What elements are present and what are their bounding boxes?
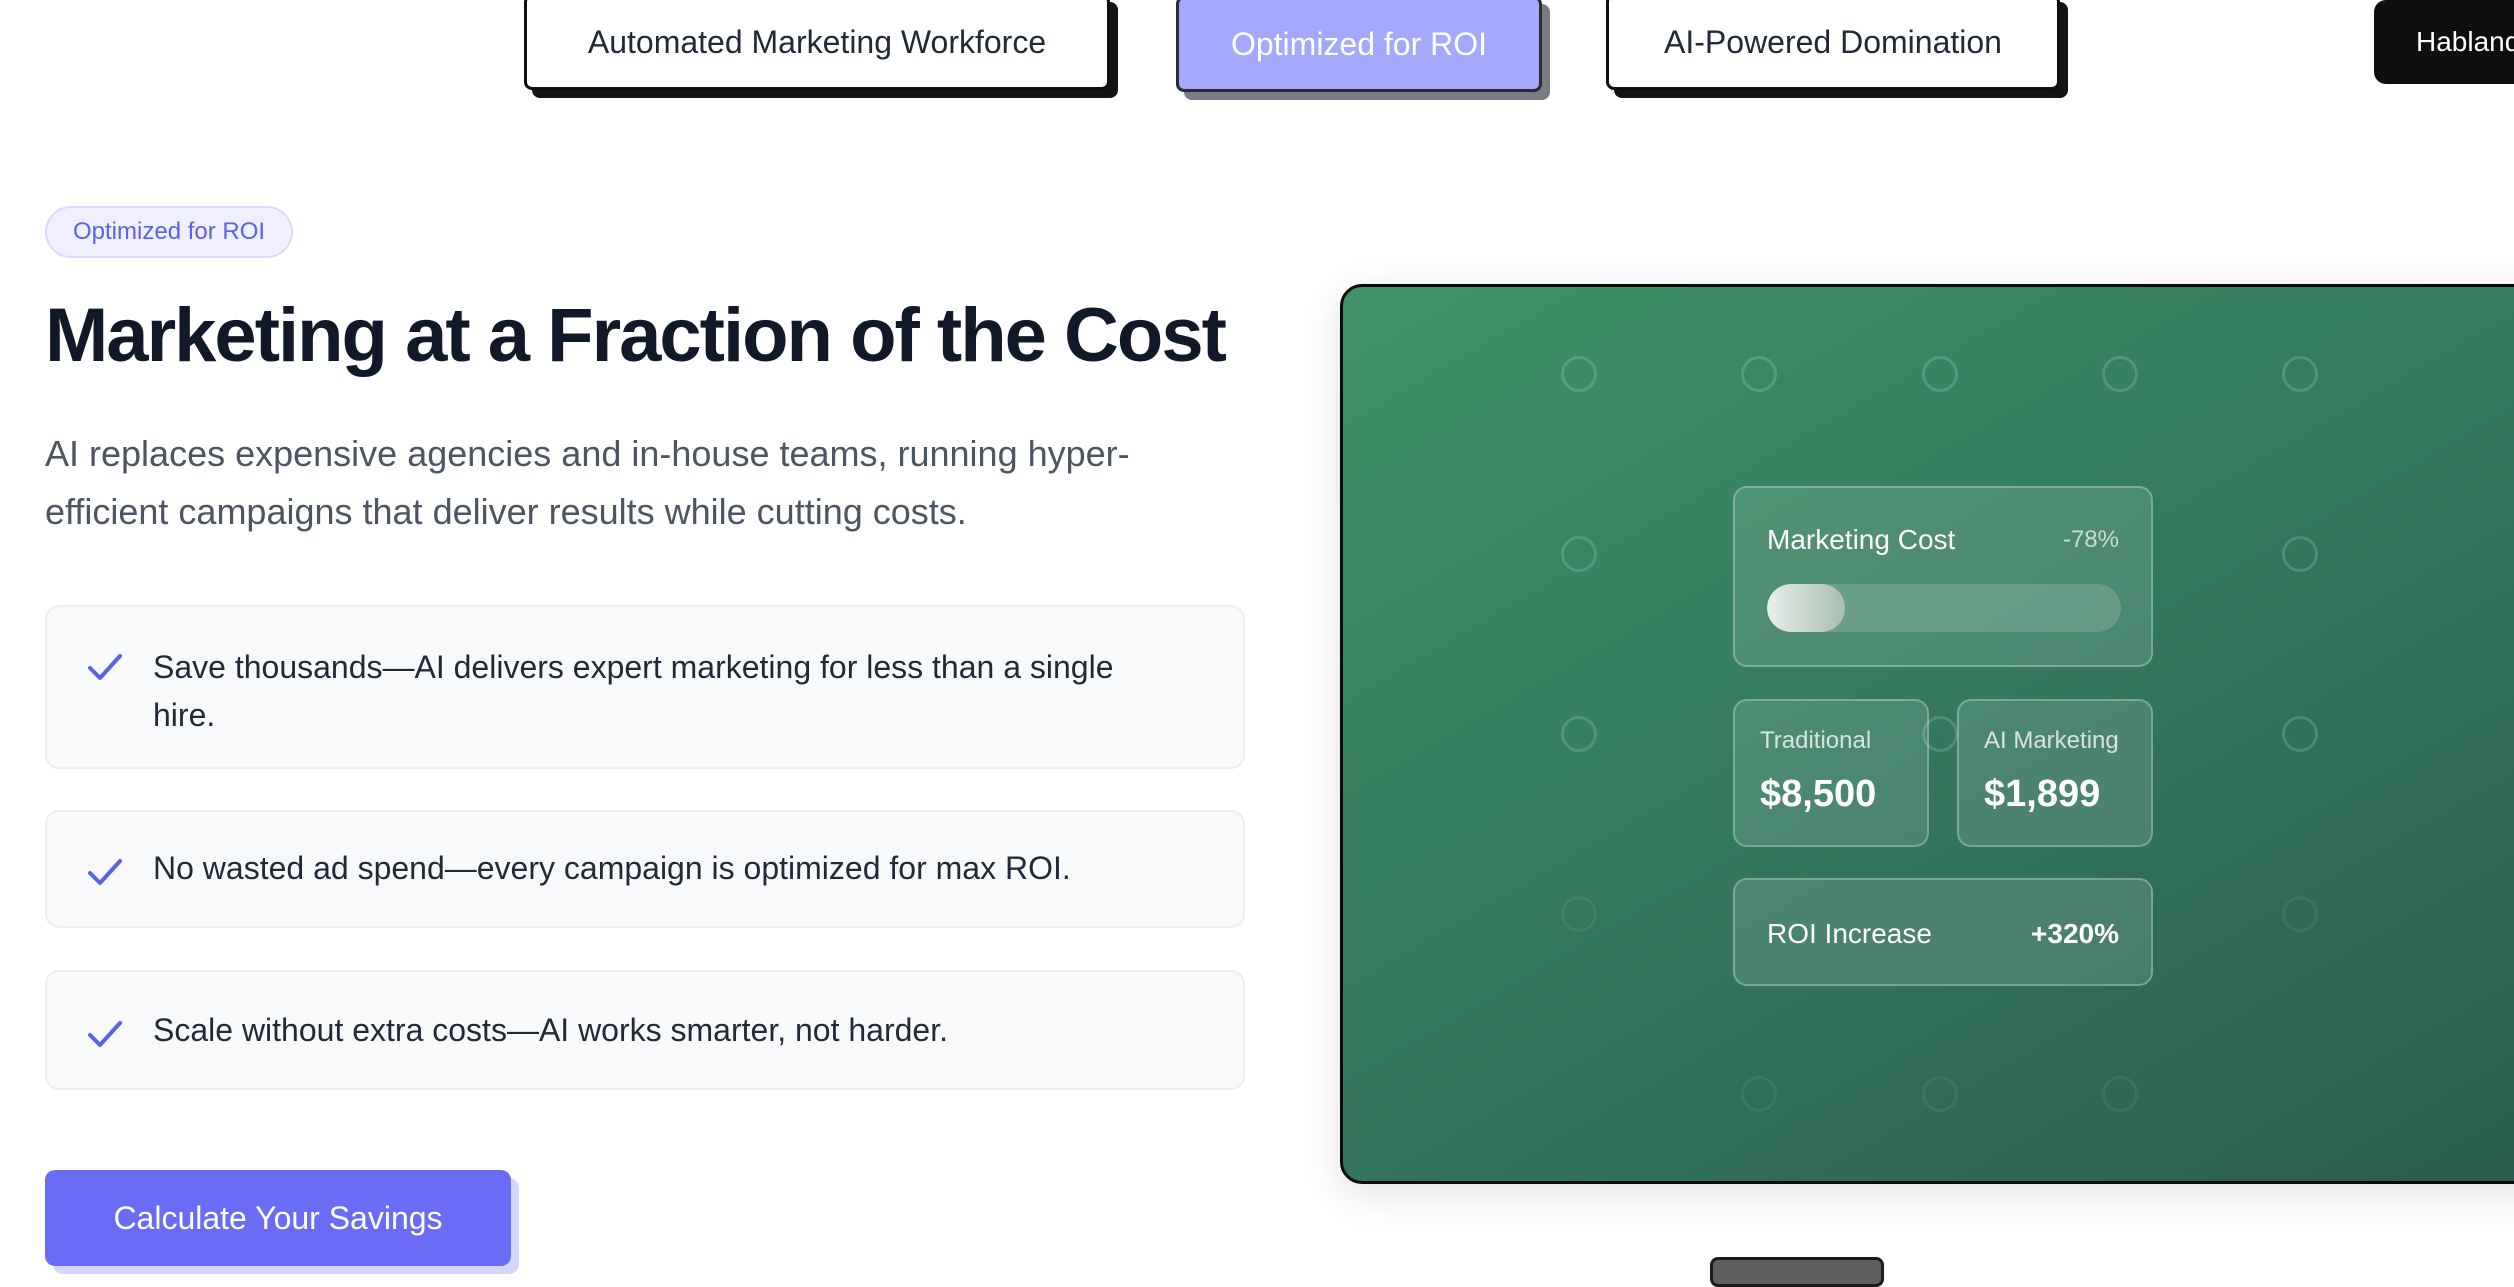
- decorative-dot: [1561, 356, 1597, 392]
- traditional-label: Traditional: [1760, 727, 1872, 754]
- decorative-dot: [1561, 716, 1597, 752]
- marketing-cost-bar-fill: [1767, 584, 1845, 632]
- feature-item: Save thousands—AI delivers expert market…: [45, 605, 1245, 769]
- carousel-indicator[interactable]: [1710, 1257, 1884, 1287]
- decorative-dot: [1741, 1076, 1777, 1112]
- page-title: Marketing at a Fraction of the Cost: [45, 293, 1227, 378]
- roi-increase-label: ROI Increase: [1767, 918, 1932, 949]
- check-icon: [85, 852, 125, 892]
- decorative-dot: [1561, 536, 1597, 572]
- check-icon: [85, 1014, 125, 1054]
- decorative-dot: [2102, 1076, 2138, 1112]
- roi-visual-panel: Marketing Cost -78% Traditional $8,500 A…: [1340, 284, 2514, 1184]
- ai-marketing-cost-card: AI Marketing $1,899: [1957, 699, 2153, 847]
- traditional-value: $8,500: [1760, 773, 1877, 815]
- decorative-dot: [2102, 356, 2138, 392]
- marketing-cost-card: Marketing Cost -78%: [1733, 486, 2153, 667]
- section-badge: Optimized for ROI: [45, 206, 294, 258]
- marketing-cost-change: -78%: [2062, 526, 2119, 553]
- language-button[interactable]: Hablando: [2374, 0, 2514, 84]
- feature-text: Scale without extra costs—AI works smart…: [153, 1012, 948, 1048]
- decorative-dot: [2282, 536, 2318, 572]
- decorative-dot: [2282, 716, 2318, 752]
- tab-ai-powered-domination[interactable]: AI-Powered Domination: [1606, 0, 2060, 90]
- check-icon: [85, 647, 125, 687]
- ai-marketing-label: AI Marketing: [1984, 727, 2119, 754]
- decorative-dot: [1741, 356, 1777, 392]
- section-lead: AI replaces expensive agencies and in-ho…: [45, 433, 1130, 532]
- traditional-cost-card: Traditional $8,500: [1733, 699, 1929, 847]
- decorative-dot: [2282, 896, 2318, 932]
- decorative-dot: [2282, 356, 2318, 392]
- calculate-savings-button[interactable]: Calculate Your Savings: [45, 1170, 511, 1266]
- feature-item: No wasted ad spend—every campaign is opt…: [45, 810, 1245, 928]
- tab-optimized-for-roi[interactable]: Optimized for ROI: [1176, 0, 1542, 92]
- roi-increase-value: +320%: [2031, 918, 2119, 949]
- decorative-dot: [1922, 1076, 1958, 1112]
- ai-marketing-value: $1,899: [1984, 773, 2101, 815]
- marketing-cost-bar: [1767, 584, 2121, 632]
- feature-text: No wasted ad spend—every campaign is opt…: [153, 850, 1071, 886]
- roi-increase-card: ROI Increase +320%: [1733, 878, 2153, 986]
- feature-item: Scale without extra costs—AI works smart…: [45, 970, 1245, 1090]
- tab-automated-marketing-workforce[interactable]: Automated Marketing Workforce: [524, 0, 1110, 90]
- decorative-dot: [1922, 356, 1958, 392]
- marketing-cost-label: Marketing Cost: [1767, 524, 1956, 555]
- feature-text: Save thousands—AI delivers expert market…: [153, 649, 1114, 733]
- decorative-dot: [1561, 896, 1597, 932]
